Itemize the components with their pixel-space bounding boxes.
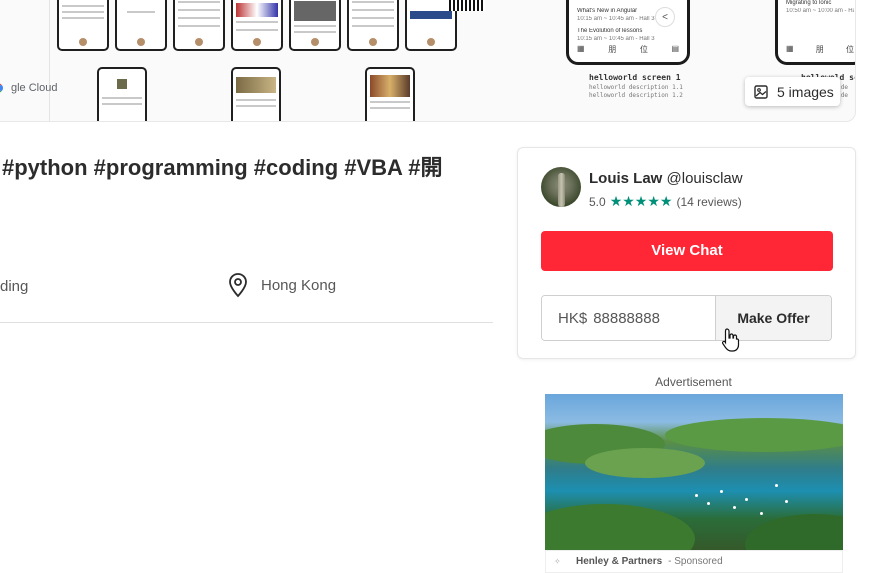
screen-caption-desc: helloworld description 1.1 (589, 84, 683, 91)
advertiser-logo-icon: ✧ (554, 556, 561, 566)
images-count-label: 5 images (777, 83, 834, 100)
image-gallery[interactable]: gle Cloud What's New in Angular 10:15 am… (0, 0, 856, 122)
gallery-thumbnail[interactable] (97, 67, 147, 121)
section-divider (0, 322, 493, 323)
make-offer-form: HK$ 88888888 Make Offer (541, 295, 832, 341)
tab-icon: ▦ (577, 44, 585, 53)
ad-footer[interactable]: ✧ Henley & Partners - Sponsored (545, 550, 843, 573)
advertiser-name: Henley & Partners (576, 556, 663, 567)
screen-caption-desc: helloworld description 1.2 (589, 92, 683, 99)
screen-caption-title: helloworld screen 1 (589, 73, 681, 82)
offer-price-field[interactable]: HK$ 88888888 (542, 296, 715, 340)
rating-score: 5.0 (589, 194, 606, 209)
session-title: The Evolution of lessons (577, 28, 643, 34)
seller-handle[interactable]: @louisclaw (667, 170, 743, 187)
session-title: Migrating to lonic (786, 0, 832, 6)
seller-card: Louis Law @louisclaw 5.0 ★★★★★ (14 revie… (517, 147, 856, 359)
seller-avatar[interactable] (541, 167, 581, 207)
image-gallery-icon (754, 84, 768, 99)
gallery-thumbnail[interactable] (173, 0, 225, 51)
tab-icon: ▤ (671, 44, 679, 53)
listing-title: #python #programming #coding #VBA #開 (2, 155, 443, 180)
hand-cursor-icon (721, 328, 740, 352)
tab-icon: 朋 (608, 45, 617, 54)
currency-label: HK$ (558, 309, 588, 327)
listing-page: gle Cloud What's New in Angular 10:15 am… (0, 0, 894, 573)
gallery-thumbnail[interactable] (365, 67, 415, 121)
gallery-phone-screenshot[interactable]: Migrating to lonic 10:50 am ~ 10:00 am -… (775, 0, 855, 65)
seller-rating[interactable]: 5.0 ★★★★★ (14 reviews) (589, 193, 742, 210)
advertisement-label: Advertisement (655, 375, 732, 389)
sponsored-label: - Sponsored (668, 556, 723, 567)
tab-icon: 位 (639, 45, 648, 54)
gallery-thumbnail[interactable] (347, 0, 399, 51)
seller-name[interactable]: Louis Law (589, 170, 662, 187)
ad-image[interactable] (545, 394, 843, 550)
seller-name-line[interactable]: Louis Law @louisclaw (589, 170, 743, 187)
reviews-count[interactable]: (14 reviews) (676, 195, 741, 209)
google-cloud-logo: gle Cloud (0, 77, 57, 99)
session-time: 10:15 am ~ 10:45 am - Hall 3 (577, 36, 655, 42)
images-count-button[interactable]: 5 images (745, 77, 840, 106)
gallery-thumbnail[interactable] (231, 0, 283, 51)
cloud-icon (0, 81, 9, 95)
listing-location: Hong Kong (227, 272, 336, 298)
phone-tab-bar: ▦ 朋 位 (786, 44, 854, 56)
view-chat-button[interactable]: View Chat (541, 231, 833, 271)
brand-text: gle Cloud (11, 82, 58, 94)
gallery-divider (49, 0, 50, 121)
listing-category: ding (0, 278, 29, 295)
location-label: Hong Kong (261, 276, 337, 294)
tab-icon: 朋 (815, 45, 824, 54)
gallery-thumbnail[interactable] (231, 67, 281, 121)
tab-icon: 位 (846, 45, 854, 54)
location-pin-icon (229, 273, 247, 298)
gallery-thumbnail[interactable] (115, 0, 167, 51)
tab-icon: ▦ (786, 44, 794, 53)
offer-amount-input[interactable]: 88888888 (593, 310, 660, 327)
gallery-thumbnail[interactable] (289, 0, 341, 51)
share-icon[interactable]: < (655, 7, 675, 27)
rating-stars-icon: ★★★★★ (609, 193, 673, 209)
phone-tab-bar: ▦ 朋 位 ▤ (577, 44, 679, 56)
gallery-thumbnail[interactable] (57, 0, 109, 51)
qr-code (449, 0, 485, 11)
session-time: 10:50 am ~ 10:00 am - Hall 1 (786, 8, 854, 14)
